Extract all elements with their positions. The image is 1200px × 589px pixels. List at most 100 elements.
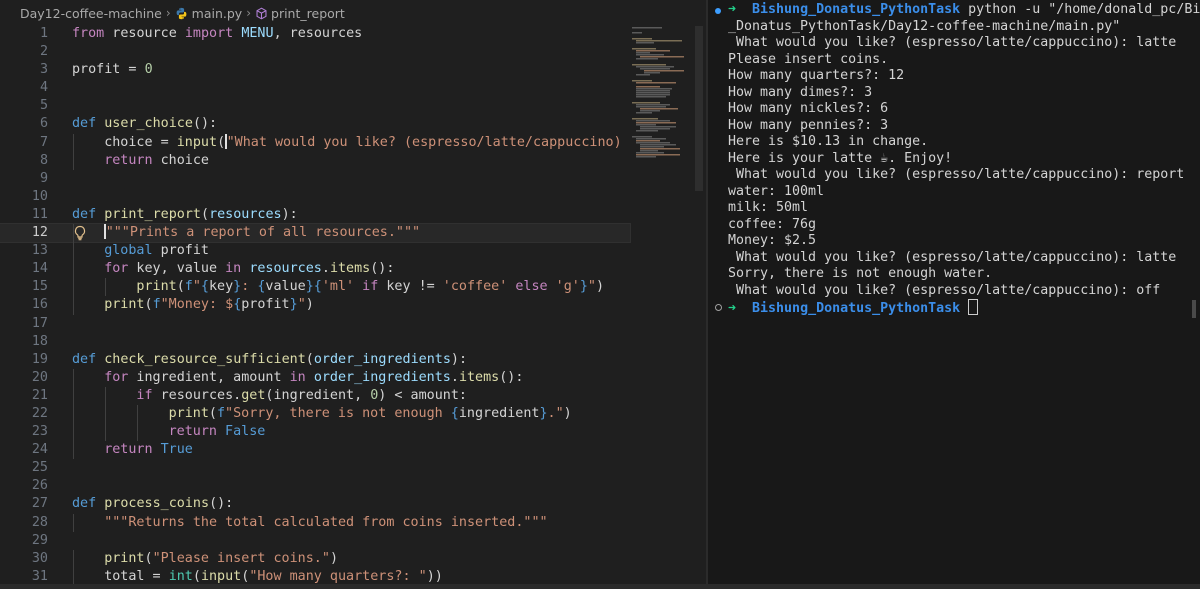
code-line[interactable]: 9	[0, 170, 630, 188]
terminal-output-line: What would you like? (espresso/latte/cap…	[728, 35, 1177, 50]
line-number: 10	[31, 188, 48, 204]
code-token: f	[184, 279, 193, 295]
terminal-prompt-line: ➜ Bishung_Donatus_PythonTask	[728, 299, 979, 316]
code-token: MENU	[241, 26, 274, 41]
code-token: if	[136, 387, 153, 403]
code-token: ."	[547, 405, 564, 421]
code-line[interactable]: 20 for ingredient, amount in order_ingred…	[0, 368, 630, 387]
code-text: """Returns the total calculated from coi…	[104, 514, 547, 532]
code-line[interactable]: 30 print("Please insert coins.")	[0, 549, 630, 568]
line-number: 20	[31, 369, 48, 385]
code-line[interactable]: 3 profit = 0	[0, 61, 630, 79]
code-line[interactable]: 16 print(f"Money: ${profit}")	[0, 296, 630, 315]
prompt-arrow: ➜	[728, 301, 737, 316]
code-line[interactable]: 7 choice = input("What would you like? (e…	[0, 133, 630, 152]
code-line[interactable]: 8 return choice	[0, 151, 630, 170]
code-token: total =	[104, 568, 169, 584]
chevron-right-icon: ›	[165, 6, 171, 20]
code-line[interactable]: 4	[0, 79, 630, 97]
code-line[interactable]: 1 from resource import MENU, resources	[0, 25, 630, 43]
code-token: input	[176, 134, 218, 150]
code-token: False	[225, 424, 266, 440]
line-number: 1	[39, 26, 48, 41]
code-line[interactable]: 22 print(f"Sorry, there is not enough {in…	[0, 404, 630, 424]
code-line[interactable]: 2	[0, 43, 630, 61]
code-line[interactable]: 10	[0, 188, 630, 206]
code-token: ingredient	[458, 405, 540, 421]
terminal-command-line: ➜ Bishung_Donatus_PythonTask python -u "…	[728, 2, 1200, 19]
code-token: ):	[450, 351, 468, 367]
code-text: print(f"Money: ${profit}")	[104, 296, 314, 314]
code-token: print	[136, 279, 177, 295]
indent-guide	[73, 386, 74, 405]
code-line[interactable]: 18	[0, 333, 630, 351]
terminal-output-line: milk: 50ml	[728, 200, 809, 215]
terminal-command: python -u "/home/donald_pc/Bishung	[968, 2, 1200, 17]
code-line[interactable]: 24 return True	[0, 441, 630, 460]
line-number: 11	[31, 206, 48, 222]
line-number: 8	[39, 152, 48, 168]
code-line[interactable]: 13 global profit	[0, 242, 630, 261]
code-line[interactable]: 17	[0, 315, 630, 333]
editor-scrollbar[interactable]	[695, 26, 703, 191]
terminal-scrollbar[interactable]	[1192, 300, 1196, 318]
code-line[interactable]: 29	[0, 532, 630, 550]
code-token: "Money: $	[160, 297, 234, 313]
code-token: def	[72, 116, 97, 132]
code-token: key, value	[128, 261, 226, 277]
breadcrumb-symbol[interactable]: print_report	[271, 6, 345, 21]
code-token: profit	[241, 297, 290, 313]
line-number: 15	[31, 279, 48, 295]
indent-guide	[73, 133, 74, 152]
breadcrumb-folder[interactable]: Day12-coffee-machine	[20, 6, 162, 21]
code-line[interactable]: 25	[0, 459, 630, 477]
code-token: }{	[305, 279, 322, 295]
python-file-icon	[176, 7, 187, 19]
code-text: def process_coins():	[72, 495, 233, 513]
code-text: print(f"{key}: {value}{'ml' if key != 'c…	[136, 278, 604, 296]
code-line[interactable]: 11 def print_report(resources):	[0, 206, 630, 224]
terminal-pane[interactable]: ➜ Bishung_Donatus_PythonTask python -u "…	[708, 0, 1200, 589]
code-line[interactable]: 5	[0, 97, 630, 115]
code-line[interactable]: 27 def process_coins():	[0, 495, 630, 513]
code-line[interactable]: 14 for key, value in resources.items():	[0, 260, 630, 279]
code-line[interactable]: 19 def check_resource_sufficient(order_in…	[0, 351, 630, 369]
code-token: check_resource_sufficient	[104, 351, 306, 367]
code-line[interactable]: 6 def user_choice():	[0, 115, 630, 133]
code-line[interactable]: 21 if resources.get(ingredient, 0) < amou…	[0, 386, 630, 405]
indent-guide	[105, 423, 107, 442]
minimap[interactable]	[628, 24, 698, 194]
command-success-icon[interactable]	[715, 8, 721, 14]
code-token: True	[160, 442, 193, 458]
terminal-output-line: How many nickles?: 6	[728, 101, 889, 116]
code-token: (	[217, 134, 226, 150]
line-number: 23	[31, 424, 48, 440]
code-line[interactable]: 26	[0, 477, 630, 495]
command-pending-icon[interactable]	[715, 304, 722, 311]
code-text: from resource import MENU, resources	[72, 25, 362, 43]
indent-guide	[105, 404, 107, 424]
code-line[interactable]: 28 """Returns the total calculated from c…	[0, 513, 630, 532]
breadcrumb-file[interactable]: main.py	[192, 6, 243, 21]
code-token: print	[104, 550, 145, 566]
code-line[interactable]: 15 print(f"{key}: {value}{'ml' if key != …	[0, 278, 630, 297]
code-token: return	[104, 442, 153, 458]
code-token: (	[305, 351, 314, 367]
terminal-output-line: What would you like? (espresso/latte/cap…	[728, 167, 1185, 182]
code-line[interactable]: 12 """Prints a report of all resources.""…	[0, 223, 631, 244]
lightbulb-icon[interactable]	[73, 225, 87, 241]
code-token: resources	[249, 261, 322, 277]
code-line[interactable]: 23 return False	[0, 423, 630, 442]
code-token: resources.	[152, 387, 242, 403]
code-text: print(f"Sorry, there is not enough {ingr…	[169, 405, 572, 423]
line-number: 19	[31, 351, 48, 367]
code-token: value	[265, 279, 306, 295]
code-text: if resources.get(ingredient, 0) < amount…	[136, 387, 467, 405]
indent-guide	[73, 513, 74, 532]
code-area[interactable]: 1 from resource import MENU, resources 2 3 p…	[0, 25, 631, 586]
code-token: get	[241, 387, 266, 403]
code-token: 'ml'	[321, 279, 355, 295]
code-token: process_coins	[104, 496, 210, 512]
code-token: 'coffee'	[442, 279, 508, 295]
